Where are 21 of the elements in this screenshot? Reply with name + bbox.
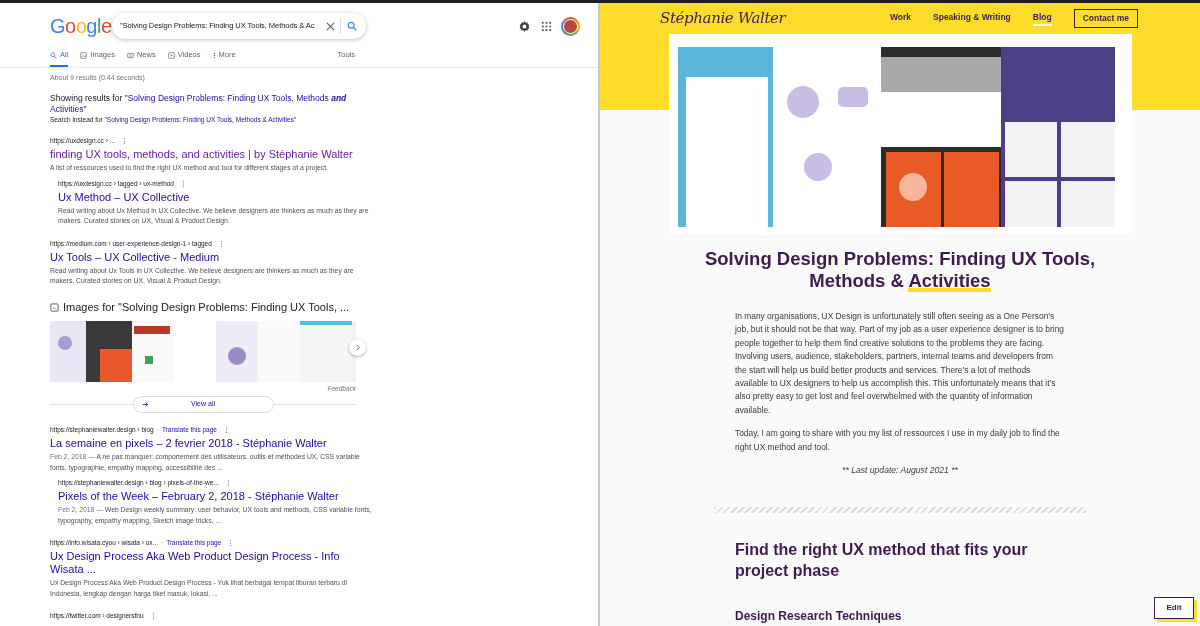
result-title-link[interactable]: finding UX tools, methods, and activities | by Stéphanie Walter: [50, 148, 373, 162]
result-title-link[interactable]: Ux Tools – UX Collective - Medium: [50, 250, 373, 264]
nav-link[interactable]: Speaking & Writing: [933, 11, 1011, 26]
subsection-heading: Design Research Techniques: [735, 607, 903, 625]
article-title: Solving Design Problems: Finding UX Tools, Methods & Activities: [703, 248, 1097, 292]
result-title-link[interactable]: Pixels of the Week – February 2, 2018 - Stéphanie Walter: [58, 490, 373, 503]
nav-link[interactable]: Blog: [1032, 11, 1052, 26]
site-logo[interactable]: Stéphanie Walter: [660, 7, 786, 30]
edit-button[interactable]: Edit: [1154, 597, 1194, 619]
google-logo[interactable]: Google: [50, 11, 112, 41]
body-paragraph: In many organisations, UX Design is unfortunately still often seeing as a One Person’s job, but it should not be that way. Part of my job as a user experience designer is to bring people together to help them find creative solutions to the problems they are facing. Involving users, audience, stakeholders, partners, internal teams and developers from the start will help us build better products and services. There’s a lot of methods available to UX designers to help us accomplish this. This unfortunately means that it’s also pretty easy to get lost and feel overwhelmed with the quantity of information available.: [735, 310, 1065, 417]
showing-results-text: Showing results for "Solving Design Problems: Finding UX Tools, Methods and Activities": [50, 92, 348, 115]
result-title-link[interactable]: Ux Design Process Aka Web Product Design Process - Info Wisata ...: [50, 550, 373, 576]
result-title-link[interactable]: La semaine en pixels – 2 fevrier 2018 - Stéphanie Walter: [50, 437, 373, 450]
section-heading: Find the right UX method that fits your project phase: [735, 539, 1029, 581]
nav-link[interactable]: Work: [889, 11, 912, 26]
contact-button[interactable]: Contact me: [1073, 9, 1138, 28]
result-title-link[interactable]: Ux Method – UX Collective: [58, 190, 373, 204]
last-update-text: ** Last update: August 2021 **: [841, 464, 959, 477]
body-paragraph: Today, I am going to share with you my list of ressources I use in my daily job to find the right UX method and tool.: [735, 427, 1061, 454]
images-heading: Images for "Solving Design Problems: Finding UX Tools, ...: [63, 299, 350, 315]
